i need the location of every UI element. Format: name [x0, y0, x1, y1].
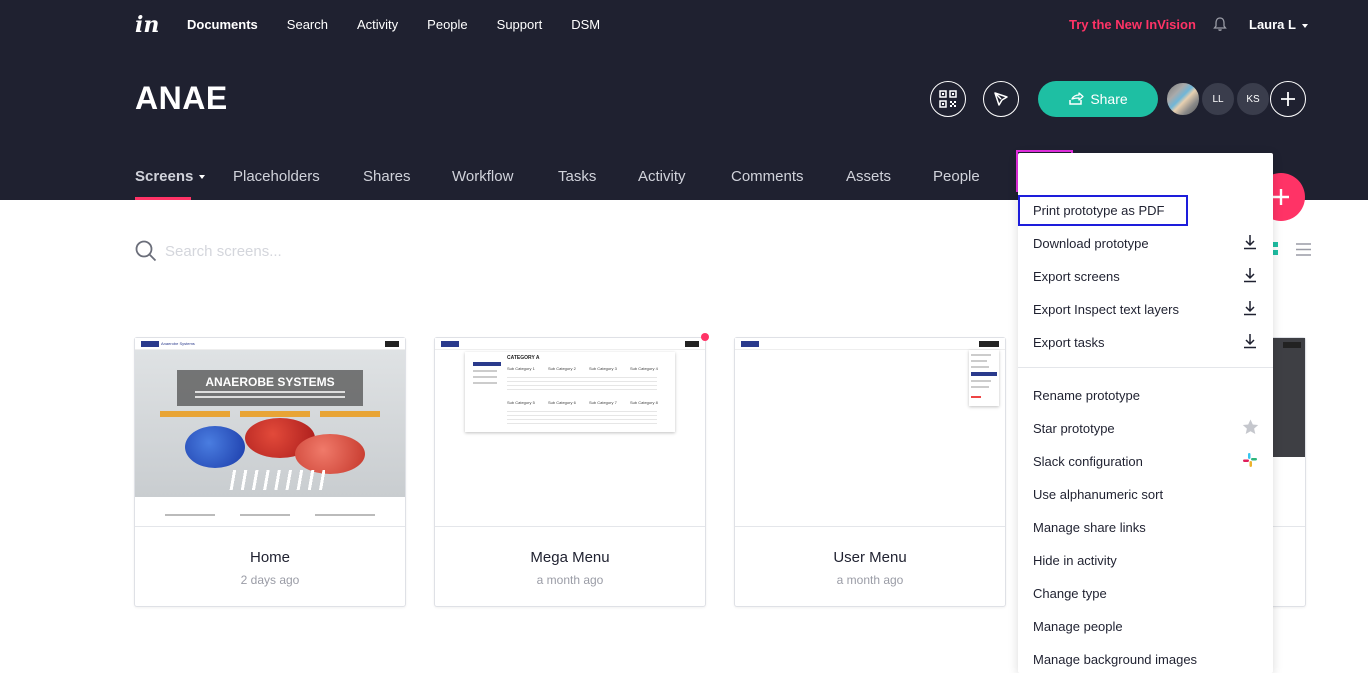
thumb-sub-2: Sub Category 2	[548, 366, 576, 371]
grid-view-icon[interactable]	[1273, 242, 1279, 261]
inspect-button[interactable]	[983, 81, 1019, 117]
prototype-options-menu: Print prototype as PDF Download prototyp…	[1018, 153, 1273, 673]
print-pdf-highlight	[1018, 195, 1188, 226]
nav-activity[interactable]: Activity	[357, 17, 398, 32]
tab-activity[interactable]: Activity	[638, 168, 686, 185]
add-person-button[interactable]	[1270, 81, 1306, 117]
screen-card-mega-menu[interactable]: CATEGORY A Sub Category 1 Sub Category 2…	[434, 337, 706, 607]
download-icon	[1242, 333, 1258, 354]
tab-assets[interactable]: Assets	[846, 168, 891, 185]
nav-support[interactable]: Support	[497, 17, 543, 32]
chevron-down-icon	[1301, 23, 1308, 28]
bell-icon[interactable]	[1212, 16, 1228, 32]
qr-code-button[interactable]	[930, 81, 966, 117]
menu-slack-configuration[interactable]: Slack configuration	[1033, 454, 1143, 469]
search-input[interactable]	[165, 242, 365, 260]
tab-comments[interactable]: Comments	[731, 168, 804, 185]
menu-change-type[interactable]: Change type	[1033, 586, 1107, 601]
thumb-sub-4: Sub Category 4	[630, 366, 658, 371]
thumb-sub-6: Sub Category 6	[548, 400, 576, 405]
screen-name: Mega Menu	[530, 549, 610, 566]
tab-placeholders[interactable]: Placeholders	[233, 168, 320, 185]
menu-rename-prototype[interactable]: Rename prototype	[1033, 388, 1140, 403]
screen-name: User Menu	[833, 549, 907, 566]
menu-alphanumeric-sort[interactable]: Use alphanumeric sort	[1033, 487, 1163, 502]
menu-star-prototype[interactable]: Star prototype	[1033, 421, 1115, 436]
thumb-sub-1: Sub Category 1	[507, 366, 535, 371]
avatar-ll[interactable]: LL	[1200, 81, 1236, 117]
screen-card-user-menu[interactable]: User Menu a month ago	[734, 337, 1006, 607]
top-navigation: Documents Search Activity People Support…	[187, 17, 629, 32]
tab-screens-label: Screens	[135, 168, 194, 185]
tab-shares[interactable]: Shares	[363, 168, 411, 185]
download-icon	[1242, 267, 1258, 288]
thumb-sub-3: Sub Category 3	[589, 366, 617, 371]
screen-date: a month ago	[836, 573, 904, 587]
search-bar	[135, 238, 435, 264]
tab-screens[interactable]: Screens	[135, 168, 206, 185]
plus-icon	[1281, 92, 1295, 106]
project-title: ANAE	[135, 80, 228, 116]
share-button[interactable]: Share	[1038, 81, 1158, 117]
download-icon	[1242, 234, 1258, 255]
thumb-category: CATEGORY A	[507, 355, 540, 361]
screen-card-home[interactable]: Anaerobe Systems ANAEROBE SYSTEMS Home 2…	[134, 337, 406, 607]
share-icon	[1069, 92, 1084, 105]
user-menu[interactable]: Laura L	[1249, 17, 1308, 32]
screen-date: a month ago	[536, 573, 604, 587]
active-tab-indicator	[135, 197, 191, 200]
try-new-invision-link[interactable]: Try the New InVision	[1069, 17, 1196, 32]
nav-people[interactable]: People	[427, 17, 467, 32]
nav-dsm[interactable]: DSM	[571, 17, 600, 32]
avatar[interactable]	[1165, 81, 1201, 117]
unread-indicator	[701, 333, 709, 341]
invision-logo[interactable]: in	[135, 12, 159, 38]
share-label: Share	[1090, 91, 1128, 107]
thumb-sub-8: Sub Category 8	[630, 400, 658, 405]
menu-export-inspect-text[interactable]: Export Inspect text layers	[1033, 302, 1179, 317]
plus-icon	[1273, 189, 1289, 205]
thumb-sub-7: Sub Category 7	[589, 400, 617, 405]
menu-manage-share-links[interactable]: Manage share links	[1033, 520, 1146, 535]
screen-thumbnail: Anaerobe Systems ANAEROBE SYSTEMS	[135, 338, 405, 527]
thumb-brand: Anaerobe Systems	[161, 341, 195, 346]
qr-code-icon	[939, 90, 957, 108]
screen-date: 2 days ago	[240, 573, 300, 587]
nav-documents[interactable]: Documents	[187, 17, 258, 32]
pen-tool-icon	[994, 92, 1008, 106]
avatar-ks[interactable]: KS	[1235, 81, 1271, 117]
tab-workflow[interactable]: Workflow	[452, 168, 513, 185]
search-icon	[135, 240, 157, 262]
menu-export-screens[interactable]: Export screens	[1033, 269, 1120, 284]
thumb-hero-title: ANAEROBE SYSTEMS	[205, 375, 335, 389]
list-view-icon[interactable]	[1296, 243, 1311, 261]
screen-thumbnail: CATEGORY A Sub Category 1 Sub Category 2…	[435, 338, 705, 527]
screen-thumbnail	[735, 338, 1005, 527]
menu-manage-people[interactable]: Manage people	[1033, 619, 1123, 634]
star-icon	[1242, 419, 1259, 440]
tab-people[interactable]: People	[933, 168, 980, 185]
menu-divider	[1018, 367, 1273, 368]
thumb-sub-5: Sub Category 5	[507, 400, 535, 405]
nav-search[interactable]: Search	[287, 17, 328, 32]
user-name: Laura L	[1249, 17, 1296, 32]
tab-tasks[interactable]: Tasks	[558, 168, 596, 185]
menu-hide-in-activity[interactable]: Hide in activity	[1033, 553, 1117, 568]
slack-icon	[1243, 453, 1257, 472]
menu-export-tasks[interactable]: Export tasks	[1033, 335, 1105, 350]
download-icon	[1242, 300, 1258, 321]
menu-download-prototype[interactable]: Download prototype	[1033, 236, 1149, 251]
chevron-down-icon	[199, 175, 206, 180]
screen-name: Home	[249, 549, 290, 566]
